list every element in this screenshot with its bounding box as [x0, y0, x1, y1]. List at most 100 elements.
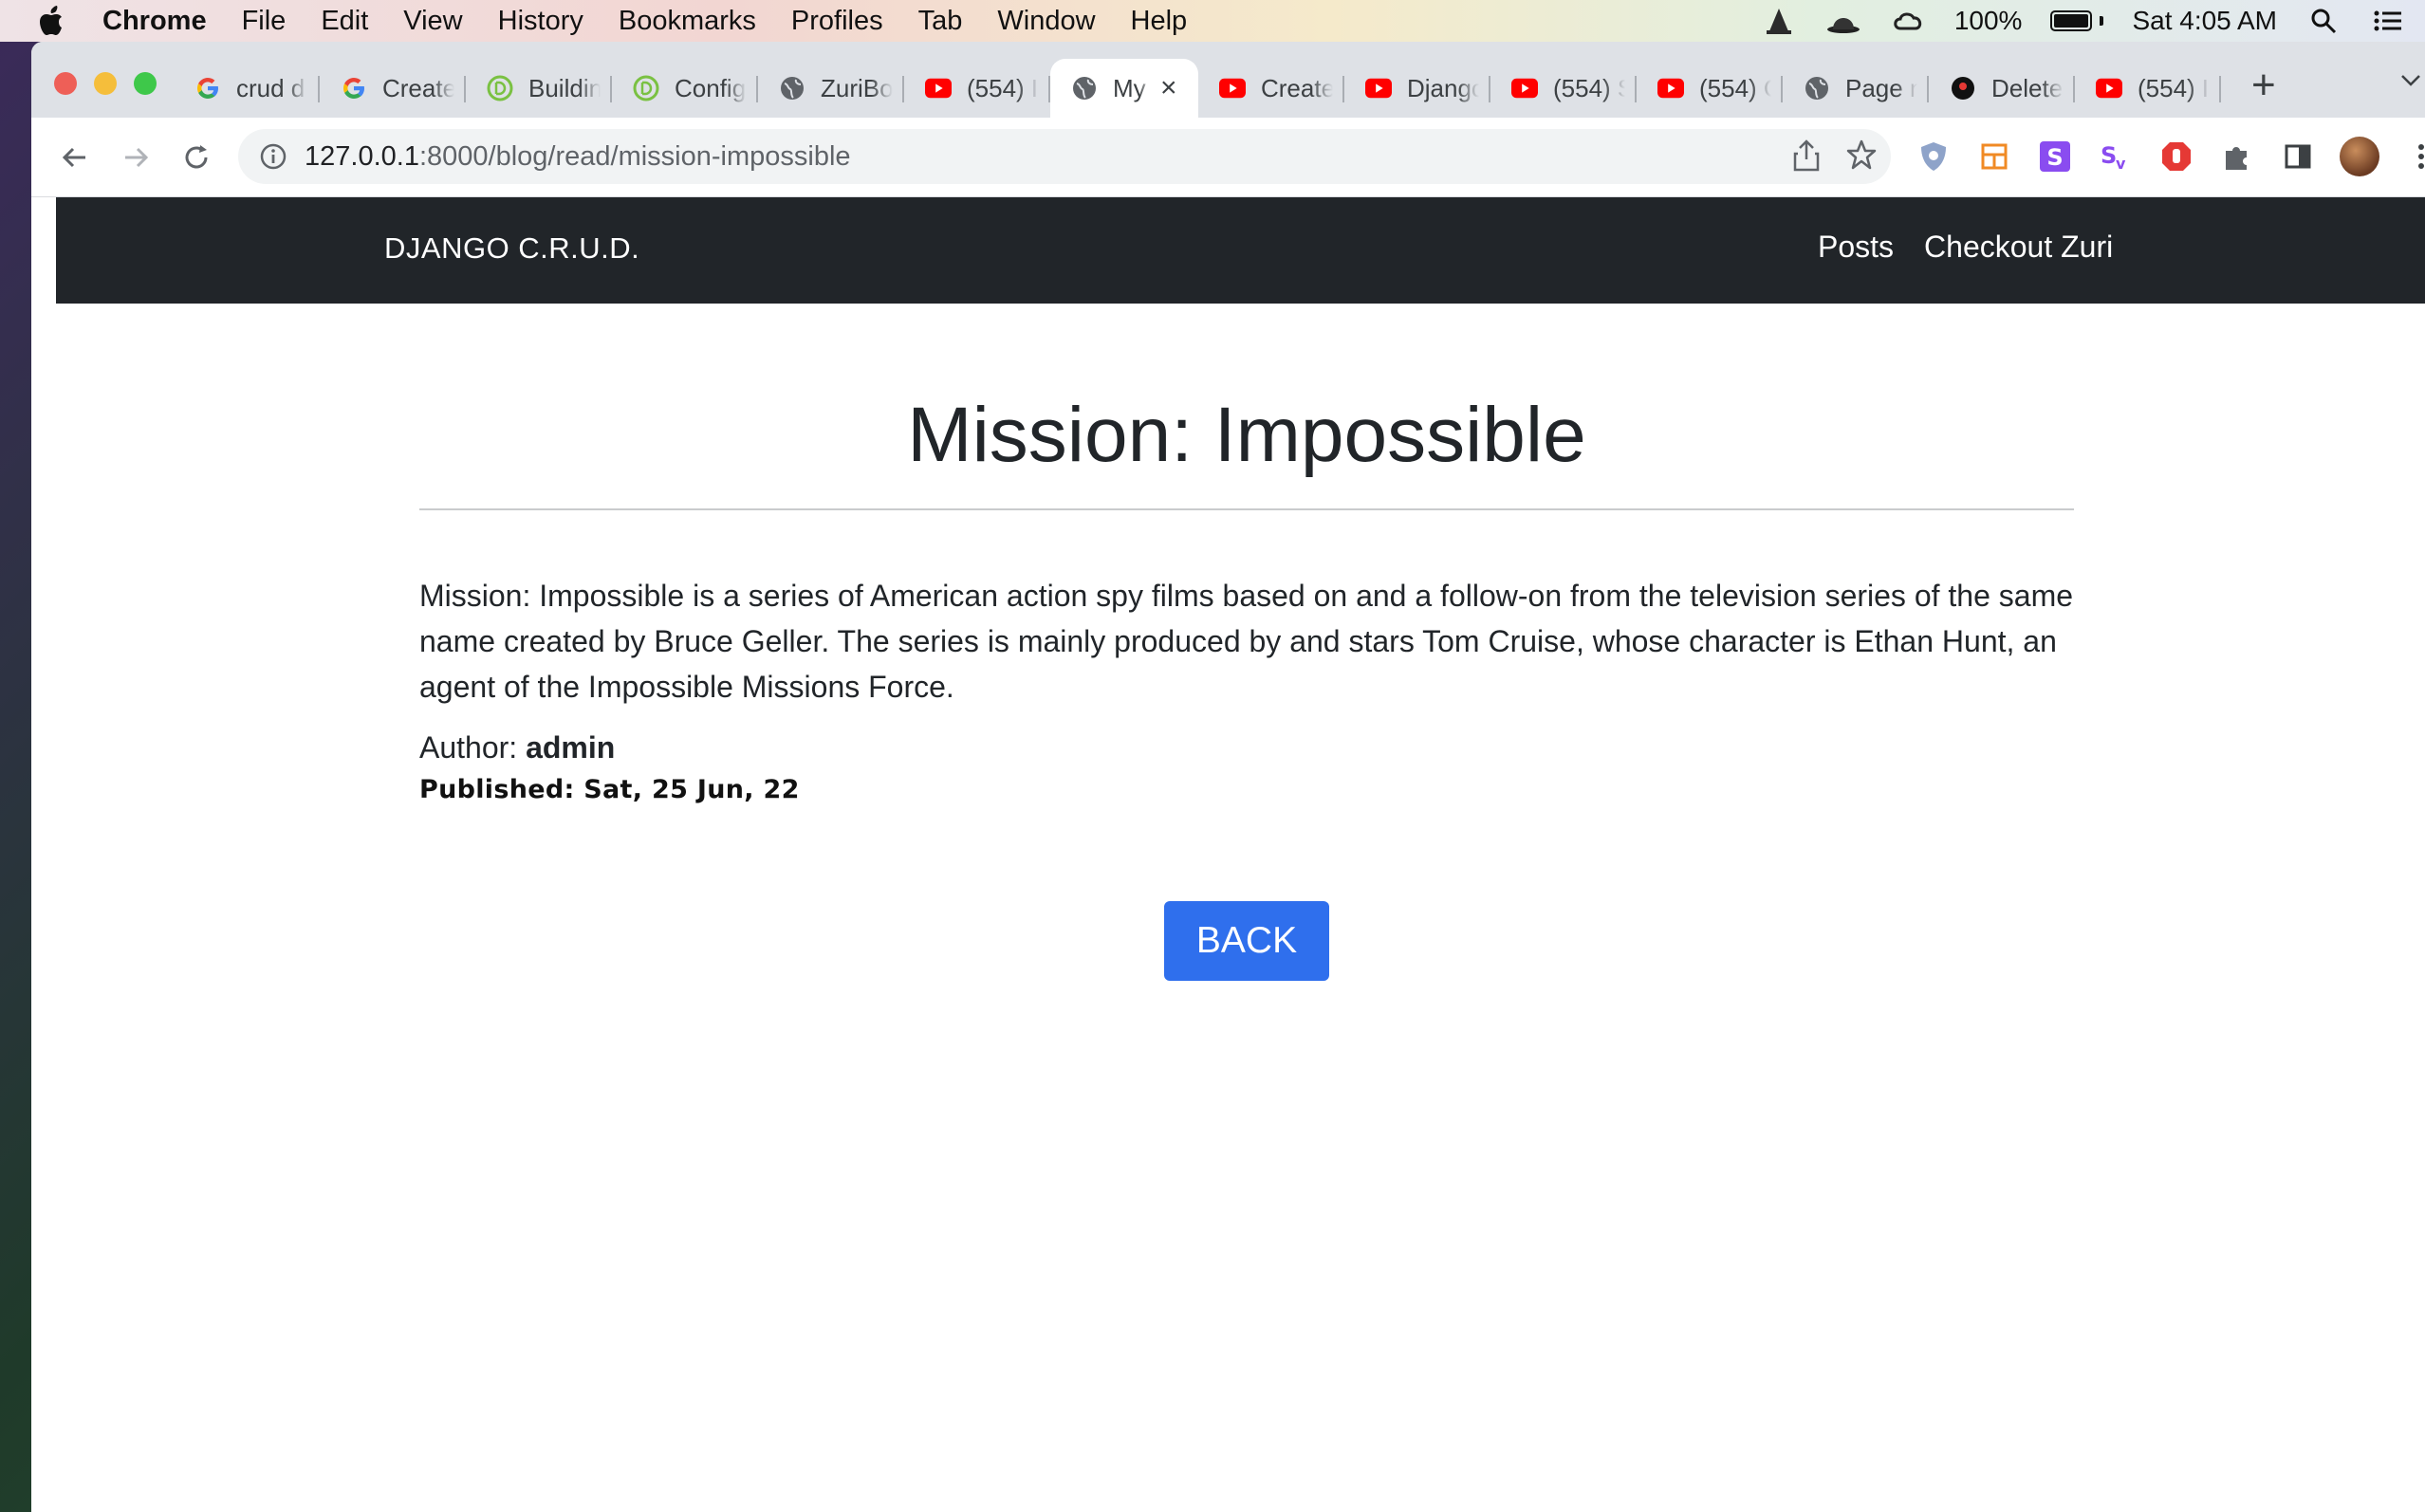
tab-title: Config [675, 73, 747, 102]
tab-title: crud d [236, 73, 305, 102]
apple-menu-icon[interactable] [38, 6, 68, 36]
grid-extension-icon[interactable] [1975, 138, 2013, 175]
bookmark-star-icon[interactable] [1845, 138, 1878, 177]
menu-chrome[interactable]: Chrome [102, 6, 207, 37]
browser-toolbar: 127.0.0.1:8000/blog/read/mission-impossi… [31, 118, 2425, 197]
forward-arrow-icon[interactable] [117, 138, 155, 176]
battery-percent: 100% [1953, 6, 2023, 35]
menu-history[interactable]: History [498, 6, 583, 37]
menu-edit[interactable]: Edit [321, 6, 368, 37]
author-name: admin [526, 730, 616, 765]
os-menubar: Chrome File Edit View History Bookmarks … [0, 0, 2425, 42]
browser-tab[interactable]: (554) C [1637, 59, 1783, 118]
youtube-icon [1219, 75, 1246, 101]
browser-tab[interactable]: Create [1198, 59, 1344, 118]
browser-tab[interactable]: Djangc [1344, 59, 1490, 118]
browser-menu-kebab-icon[interactable] [2402, 138, 2425, 175]
tab-title: (554) S [1553, 73, 1625, 102]
web-page: DJANGO C.R.U.D. Posts Checkout Zuri Miss… [31, 197, 2425, 1512]
menu-help[interactable]: Help [1131, 6, 1188, 37]
browser-tab[interactable]: Page n [1783, 59, 1929, 118]
s-extension-icon[interactable]: S [2036, 138, 2074, 175]
window-controls [54, 72, 157, 95]
tab-title: ZuriBo [821, 73, 893, 102]
dark-circle-icon [1950, 75, 1976, 101]
close-window-button[interactable] [54, 72, 77, 95]
tab-search-chevron-icon[interactable] [2400, 74, 2421, 92]
minimize-window-button[interactable] [94, 72, 117, 95]
browser-tab[interactable]: Create [320, 59, 466, 118]
tab-title: Create [1261, 73, 1333, 102]
browser-tab[interactable]: Delete [1929, 59, 2075, 118]
extensions-puzzle-icon[interactable] [2218, 138, 2256, 175]
back-arrow-icon[interactable] [56, 138, 94, 176]
creative-cloud-icon[interactable] [1890, 7, 1926, 35]
side-panel-icon[interactable] [2279, 138, 2317, 175]
post-author: Author: admin [419, 730, 2074, 765]
browser-tab[interactable]: (554) I [2075, 59, 2221, 118]
globe-icon [779, 75, 805, 101]
globe-icon [1071, 75, 1098, 101]
share-icon[interactable] [1792, 138, 1821, 177]
menubar-clock[interactable]: Sat 4:05 AM [2132, 6, 2277, 36]
browser-tab[interactable]: My × [1050, 59, 1198, 118]
menu-window[interactable]: Window [997, 6, 1095, 37]
url-text[interactable]: 127.0.0.1:8000/blog/read/mission-impossi… [305, 141, 851, 173]
sv-extension-icon[interactable]: Sv [2097, 138, 2135, 175]
browser-tab[interactable]: ZuriBo [758, 59, 904, 118]
browser-tab[interactable]: Config [612, 59, 758, 118]
youtube-icon [1657, 75, 1684, 101]
site-brand-link[interactable]: DJANGO C.R.U.D. [384, 231, 639, 266]
menu-tab[interactable]: Tab [918, 6, 963, 37]
svg-text:S: S [2046, 144, 2063, 171]
nav-link-checkout-zuri[interactable]: Checkout Zuri [1924, 230, 2113, 265]
svg-text:S: S [2101, 142, 2117, 169]
youtube-icon [2096, 75, 2122, 101]
post-title: Mission: Impossible [907, 392, 1586, 478]
reload-icon[interactable] [177, 138, 215, 176]
menu-file[interactable]: File [242, 6, 287, 37]
adblock-hand-icon[interactable] [2157, 138, 2195, 175]
browser-tab[interactable]: (554) I [904, 59, 1050, 118]
profile-avatar[interactable] [2340, 137, 2379, 176]
site-navbar: DJANGO C.R.U.D. Posts Checkout Zuri [56, 197, 2425, 304]
site-info-icon[interactable] [257, 140, 289, 173]
spotlight-search-icon[interactable] [2305, 7, 2342, 35]
shield-extension-icon[interactable] [1915, 138, 1953, 175]
d-icon [633, 75, 659, 101]
battery-icon[interactable] [2050, 10, 2104, 31]
browser-tab[interactable]: (554) S [1490, 59, 1637, 118]
tab-title: Page n [1845, 73, 1917, 102]
google-icon [341, 75, 367, 101]
youtube-icon [1511, 75, 1538, 101]
bowler-hat-icon[interactable] [1825, 7, 1861, 35]
browser-tab[interactable]: crud d [174, 59, 320, 118]
back-button[interactable]: BACK [1163, 901, 1330, 981]
browser-tab[interactable]: Buildin [466, 59, 612, 118]
site-nav-links: Posts Checkout Zuri [1818, 230, 2113, 265]
close-tab-icon[interactable]: × [1160, 72, 1177, 104]
zoom-window-button[interactable] [134, 72, 157, 95]
svg-text:v: v [2116, 155, 2126, 173]
menu-view[interactable]: View [403, 6, 462, 37]
new-tab-button[interactable]: + [2251, 65, 2276, 106]
post-container: Mission: Impossible Mission: Impossible … [419, 304, 2074, 981]
author-label: Author: [419, 730, 518, 765]
post-body: Mission: Impossible is a series of Ameri… [419, 579, 2074, 704]
title-divider [419, 508, 2074, 510]
tab-title: (554) I [2138, 73, 2210, 102]
menu-profiles[interactable]: Profiles [791, 6, 883, 37]
nav-link-posts[interactable]: Posts [1818, 230, 1894, 265]
youtube-icon [925, 75, 952, 101]
address-bar[interactable]: 127.0.0.1:8000/blog/read/mission-impossi… [238, 129, 1891, 184]
tab-title: (554) I [967, 73, 1039, 102]
vlc-cone-icon[interactable] [1761, 7, 1797, 35]
tab-title: My [1113, 73, 1146, 102]
menu-bookmarks[interactable]: Bookmarks [619, 6, 756, 37]
control-center-icon[interactable] [2370, 7, 2406, 35]
youtube-icon [1365, 75, 1392, 101]
url-host: 127.0.0.1 [305, 140, 419, 172]
tab-title: Djangc [1407, 73, 1479, 102]
extensions-area: S Sv [1915, 137, 2425, 176]
browser-window: crud d Create Buildin Config ZuriBo (554) I My… [31, 42, 2425, 1512]
